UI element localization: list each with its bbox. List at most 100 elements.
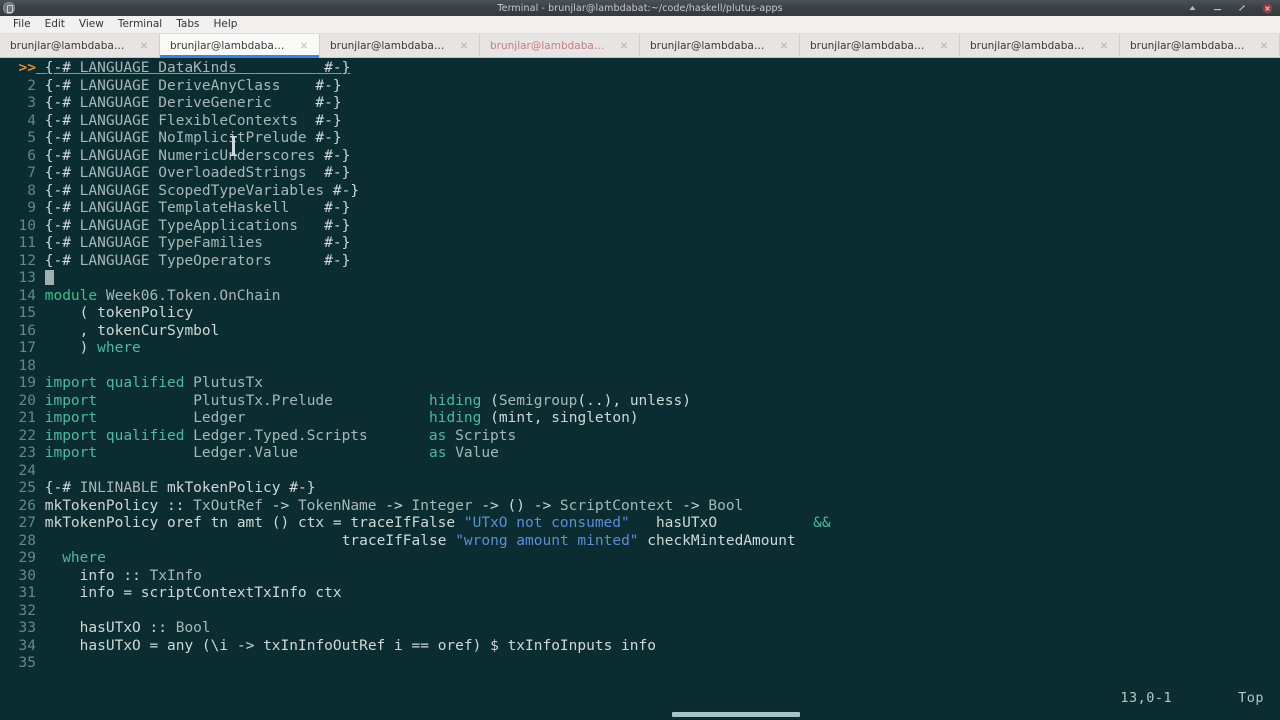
code-line: 3 {-# LANGUAGE DeriveGeneric #-} [0, 95, 1280, 113]
minimize-icon[interactable] [1212, 3, 1223, 14]
line-content: {-# LANGUAGE TypeFamilies #-} [44, 235, 351, 251]
tab-close-icon[interactable] [938, 40, 949, 51]
line-number: 9 [27, 200, 36, 216]
horizontal-scrollbar[interactable] [0, 708, 1280, 720]
code-line: 11 {-# LANGUAGE TypeFamilies #-} [0, 235, 1280, 253]
cursor-position: 13,0-1 [1120, 690, 1173, 706]
window-controls [1187, 3, 1280, 14]
code-line: 27 mkTokenPolicy oref tn amt () ctx = tr… [0, 515, 1280, 533]
line-content [36, 270, 54, 288]
line-number: >> [18, 60, 36, 76]
line-content [36, 655, 45, 673]
line-number: 28 [18, 532, 36, 549]
line-number: 10 [18, 217, 36, 234]
code-line: 33 hasUTxO :: Bool [0, 620, 1280, 638]
terminal-tab-0[interactable]: brunjlar@lambdabat:~/co... [0, 34, 160, 57]
line-number: 6 [27, 147, 36, 164]
terminal-tab-label: brunjlar@lambdabat:~/co... [170, 39, 288, 52]
vim-buffer[interactable]: >> {-# LANGUAGE DataKinds #-} 2 {-# LANGU… [0, 60, 1280, 673]
code-line: 22 import qualified Ledger.Typed.Scripts… [0, 428, 1280, 446]
line-content: where [62, 550, 106, 566]
line-content [36, 358, 45, 376]
menu-tabs[interactable]: Tabs [169, 16, 206, 33]
line-content: {-# LANGUAGE TypeApplications #-} [44, 217, 351, 234]
menu-edit[interactable]: Edit [38, 16, 72, 33]
shade-icon[interactable] [1187, 3, 1198, 14]
terminal-tab-6[interactable]: brunjlar@lambdabat:~/co... [960, 34, 1120, 57]
terminal-tab-label: brunjlar@lambdabat:~/co... [10, 39, 128, 52]
code-line: 23 import Ledger.Value as Value [0, 445, 1280, 463]
menu-file[interactable]: File [6, 16, 38, 33]
terminal-tab-1[interactable]: brunjlar@lambdabat:~/co... [160, 34, 320, 58]
line-number: 35 [18, 655, 36, 671]
line-number: 33 [18, 620, 36, 636]
line-content: mkTokenPolicy :: TxOutRef -> TokenName -… [44, 497, 744, 514]
code-line: 10 {-# LANGUAGE TypeApplications #-} [0, 218, 1280, 236]
code-line: 31 info = scriptContextTxInfo ctx [0, 585, 1280, 603]
line-number: 26 [18, 497, 36, 514]
code-line: 7 {-# LANGUAGE OverloadedStrings #-} [0, 165, 1280, 183]
line-content: {-# LANGUAGE TypeOperators #-} [44, 252, 351, 269]
line-number: 7 [27, 165, 36, 181]
line-number: 17 [18, 340, 36, 356]
line-number: 19 [18, 375, 36, 391]
terminal-tab-label: brunjlar@lambdabat:~/co... [650, 39, 768, 52]
code-line: 2 {-# LANGUAGE DeriveAnyClass #-} [0, 78, 1280, 96]
line-content: {-# LANGUAGE TemplateHaskell #-} [44, 200, 351, 216]
tab-close-icon[interactable] [458, 40, 469, 51]
line-content: ) where [79, 340, 141, 356]
tab-close-icon[interactable] [618, 40, 629, 51]
scrollbar-thumb[interactable] [672, 712, 800, 717]
menu-view[interactable]: View [72, 16, 111, 33]
line-content: info = scriptContextTxInfo ctx [79, 585, 342, 601]
tab-close-icon[interactable] [778, 40, 789, 51]
code-line: 12 {-# LANGUAGE TypeOperators #-} [0, 253, 1280, 271]
tab-close-icon[interactable] [1258, 40, 1269, 51]
terminal-tab-5[interactable]: brunjlar@lambdabat:~/co... [800, 34, 960, 57]
code-line: 29 where [0, 550, 1280, 568]
code-line: 34 hasUTxO = any (\i -> txInInfoOutRef i… [0, 638, 1280, 656]
code-line: 20 import PlutusTx.Prelude hiding (Semig… [0, 393, 1280, 411]
line-number: 22 [18, 427, 36, 444]
code-line: 26 mkTokenPolicy :: TxOutRef -> TokenNam… [0, 498, 1280, 516]
line-content: info :: TxInfo [79, 567, 202, 584]
line-content: traceIfFalse "wrong amount minted" check… [341, 532, 796, 549]
terminal-tab-2[interactable]: brunjlar@lambdabat:~/co... [320, 34, 480, 57]
menu-help[interactable]: Help [206, 16, 244, 33]
line-content: {-# LANGUAGE OverloadedStrings #-} [44, 165, 351, 181]
code-line: 30 info :: TxInfo [0, 568, 1280, 586]
line-number: 18 [18, 357, 36, 374]
terminal-tab-3[interactable]: brunjlar@lambdabat:~/co... [480, 34, 640, 57]
line-content: hasUTxO = any (\i -> txInInfoOutRef i ==… [79, 637, 656, 654]
line-number: 8 [27, 182, 36, 199]
text-cursor [44, 270, 54, 285]
code-line: 17 ) where [0, 340, 1280, 358]
code-line: 9 {-# LANGUAGE TemplateHaskell #-} [0, 200, 1280, 218]
code-line: 28 traceIfFalse "wrong amount minted" ch… [0, 533, 1280, 551]
line-number: 21 [18, 410, 36, 426]
maximize-icon[interactable] [1237, 3, 1248, 14]
code-line: >> {-# LANGUAGE DataKinds #-} [0, 60, 1280, 78]
line-number: 12 [18, 252, 36, 269]
close-icon[interactable] [1262, 3, 1273, 14]
terminal-tab-4[interactable]: brunjlar@lambdabat:~/co... [640, 34, 800, 57]
code-line: 25 {-# INLINABLE mkTokenPolicy #-} [0, 480, 1280, 498]
line-number: 3 [27, 95, 36, 111]
window-titlebar[interactable]: Terminal - brunjlar@lambdabat:~/code/has… [0, 0, 1280, 16]
tab-close-icon[interactable] [138, 40, 149, 51]
terminal-tab-label: brunjlar@lambdabat:~/co... [490, 39, 608, 52]
menu-terminal[interactable]: Terminal [111, 16, 169, 33]
tab-close-icon[interactable] [298, 40, 309, 51]
tab-close-icon[interactable] [1098, 40, 1109, 51]
line-content: hasUTxO :: Bool [79, 620, 211, 636]
line-number: 2 [27, 77, 36, 94]
code-line: 6 {-# LANGUAGE NumericUnderscores #-} [0, 148, 1280, 166]
line-number: 27 [18, 515, 36, 531]
line-number: 23 [18, 445, 36, 461]
code-line: 8 {-# LANGUAGE ScopedTypeVariables #-} [0, 183, 1280, 201]
menu-bar: File Edit View Terminal Tabs Help [0, 16, 1280, 34]
terminal-tab-7[interactable]: brunjlar@lambdabat:~/co... [1120, 34, 1280, 57]
terminal-content[interactable]: >> {-# LANGUAGE DataKinds #-} 2 {-# LANGU… [0, 58, 1280, 720]
code-line: 14 module Week06.Token.OnChain [0, 288, 1280, 306]
terminal-tab-label: brunjlar@lambdabat:~/co... [1130, 39, 1248, 52]
